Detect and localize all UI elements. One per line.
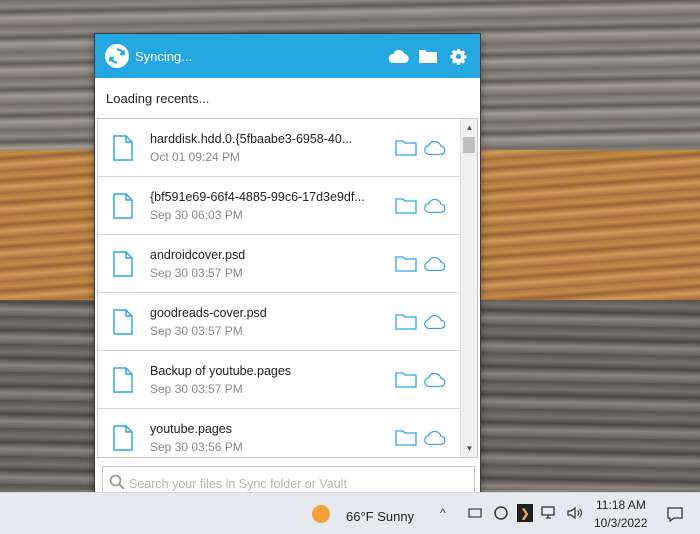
file-icon: [112, 134, 134, 161]
sync-panel: Syncing... Loading recents... harddisk.h…: [94, 33, 481, 511]
cloud-link-icon[interactable]: [422, 196, 446, 216]
recents-status: Loading recents...: [106, 91, 210, 106]
file-date: Sep 30 03:57 PM: [150, 381, 243, 396]
file-name: {bf591e69-66f4-4885-99c6-17d3e9df...: [150, 189, 365, 204]
chevron-up-icon[interactable]: ^: [440, 506, 446, 520]
scroll-up-arrow[interactable]: ▲: [461, 119, 477, 136]
file-meta: youtube.pages Sep 30 03:56 PM: [150, 422, 390, 454]
file-meta: Backup of youtube.pages Sep 30 03:57 PM: [150, 364, 390, 396]
volume-icon[interactable]: [566, 505, 584, 521]
folder-icon[interactable]: [416, 44, 440, 68]
scroll-down-arrow[interactable]: ▼: [461, 440, 477, 457]
scroll-thumb[interactable]: [463, 137, 475, 153]
cloud-icon[interactable]: [386, 44, 410, 68]
cloud-link-icon[interactable]: [422, 370, 446, 390]
file-list-item[interactable]: Backup of youtube.pages Sep 30 03:57 PM: [98, 351, 460, 409]
cloud-link-icon[interactable]: [422, 428, 446, 448]
file-actions: [390, 428, 446, 448]
file-actions: [390, 370, 446, 390]
file-actions: [390, 312, 446, 332]
file-icon: [112, 308, 134, 335]
file-name: androidcover.psd: [150, 247, 246, 262]
open-folder-icon[interactable]: [394, 428, 418, 448]
sync-header: Syncing...: [95, 34, 480, 78]
file-date: Sep 30 03:57 PM: [150, 323, 243, 338]
cloud-link-icon[interactable]: [422, 254, 446, 274]
vertical-scrollbar[interactable]: ▲ ▼: [460, 119, 477, 457]
file-list-item[interactable]: harddisk.hdd.0.{5fbaabe3-6958-40... Oct …: [98, 119, 460, 177]
file-meta: {bf591e69-66f4-4885-99c6-17d3e9df... Sep…: [150, 190, 390, 222]
file-name: youtube.pages: [150, 421, 233, 436]
file-meta: androidcover.psd Sep 30 03:57 PM: [150, 248, 390, 280]
file-list-items: harddisk.hdd.0.{5fbaabe3-6958-40... Oct …: [98, 119, 460, 457]
file-date: Sep 30 03:56 PM: [150, 439, 243, 454]
cloud-link-icon[interactable]: [422, 312, 446, 332]
open-folder-icon[interactable]: [394, 196, 418, 216]
file-name: Backup of youtube.pages: [150, 363, 292, 378]
file-actions: [390, 254, 446, 274]
tray-app-icon[interactable]: [466, 505, 484, 521]
file-date: Sep 30 03:57 PM: [150, 265, 243, 280]
file-name: harddisk.hdd.0.{5fbaabe3-6958-40...: [150, 131, 353, 146]
file-icon: [112, 250, 134, 277]
open-folder-icon[interactable]: [394, 312, 418, 332]
file-list-item[interactable]: androidcover.psd Sep 30 03:57 PM: [98, 235, 460, 293]
open-folder-icon[interactable]: [394, 254, 418, 274]
recent-files-list: harddisk.hdd.0.{5fbaabe3-6958-40... Oct …: [97, 118, 478, 458]
notification-icon[interactable]: [665, 505, 685, 523]
sync-status-text: Syncing...: [135, 48, 193, 64]
file-date: Oct 01 09:24 PM: [150, 149, 241, 164]
gear-icon[interactable]: [446, 44, 470, 68]
weather-sun-icon[interactable]: [312, 505, 330, 523]
open-folder-icon[interactable]: [394, 370, 418, 390]
file-meta: goodreads-cover.psd Sep 30 03:57 PM: [150, 306, 390, 338]
open-folder-icon[interactable]: [394, 138, 418, 158]
clock-date[interactable]: 10/3/2022: [594, 516, 647, 530]
search-input[interactable]: [129, 477, 459, 491]
tray-sync-icon[interactable]: [492, 504, 510, 522]
file-icon: [112, 424, 134, 451]
file-actions: [390, 138, 446, 158]
taskbar: 66°F Sunny ^ ❯ 11:18 AM 10/3/2022: [0, 492, 700, 534]
file-icon: [112, 192, 134, 219]
file-icon: [112, 366, 134, 393]
file-name: goodreads-cover.psd: [150, 305, 267, 320]
sync-logo-icon: [105, 44, 129, 68]
terminal-app-icon[interactable]: ❯: [517, 504, 533, 522]
cloud-link-icon[interactable]: [422, 138, 446, 158]
file-list-item[interactable]: goodreads-cover.psd Sep 30 03:57 PM: [98, 293, 460, 351]
network-icon[interactable]: [541, 505, 559, 521]
file-list-item[interactable]: {bf591e69-66f4-4885-99c6-17d3e9df... Sep…: [98, 177, 460, 235]
clock-time[interactable]: 11:18 AM: [596, 498, 646, 512]
weather-text[interactable]: 66°F Sunny: [346, 509, 414, 524]
file-actions: [390, 196, 446, 216]
file-date: Sep 30 06:03 PM: [150, 207, 243, 222]
file-meta: harddisk.hdd.0.{5fbaabe3-6958-40... Oct …: [150, 132, 390, 164]
file-list-item[interactable]: youtube.pages Sep 30 03:56 PM: [98, 409, 460, 457]
